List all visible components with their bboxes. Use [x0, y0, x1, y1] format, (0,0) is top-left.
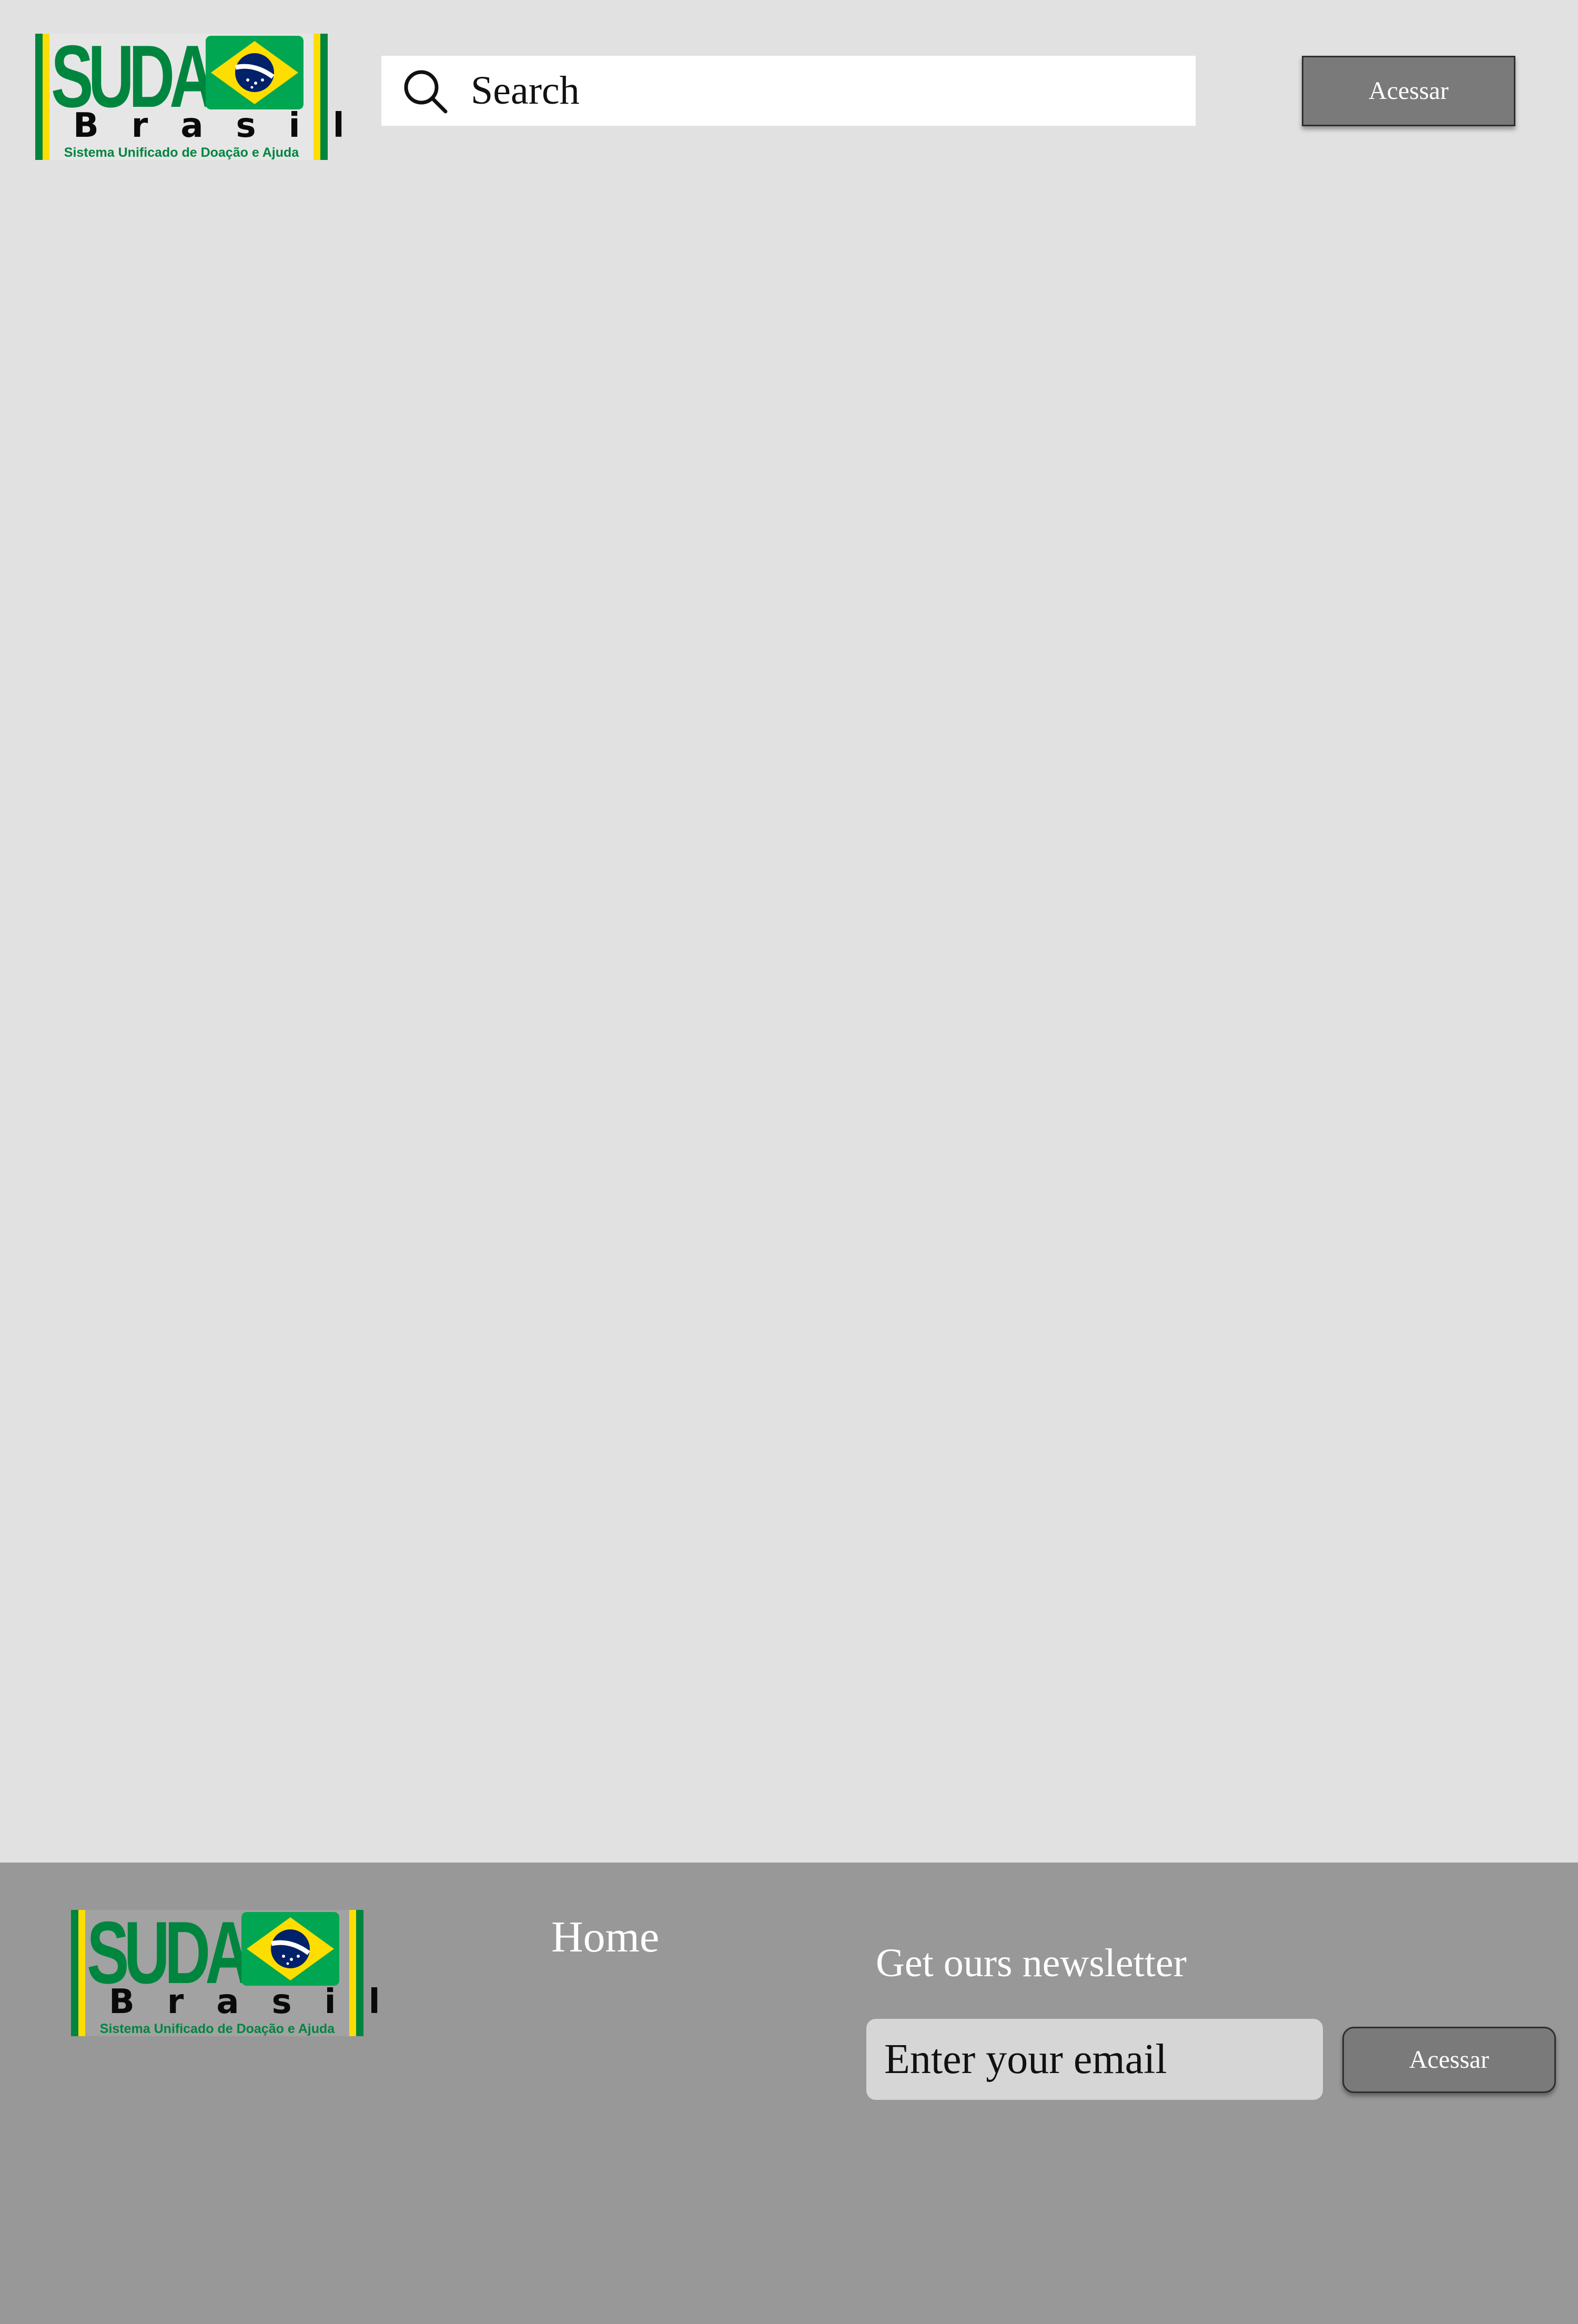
footer-home-link[interactable]: Home: [551, 1911, 659, 1964]
brazil-flag-icon: [206, 36, 304, 109]
logo-country: Brasil: [73, 106, 377, 145]
logo-wordmark: SUDA: [51, 27, 216, 126]
site-footer: SUDA Brasil Sistema Unificado de Doação …: [0, 1863, 1578, 2324]
access-button[interactable]: Acessar: [1302, 56, 1515, 126]
newsletter-title: Get ours newsletter: [876, 1941, 1187, 1985]
brazil-flag-icon: [241, 1912, 339, 1986]
newsletter-submit-button[interactable]: Acessar: [1342, 2027, 1556, 2093]
logo-tagline: Sistema Unificado de Doação e Ajuda: [64, 145, 299, 160]
footer-logo-country: Brasil: [109, 1983, 413, 2021]
footer-logo-wordmark: SUDA: [87, 1903, 251, 2002]
search-bar[interactable]: [381, 56, 1196, 126]
footer-logo-tagline: Sistema Unificado de Doação e Ajuda: [99, 2021, 335, 2036]
footer-suda-brasil-logo[interactable]: SUDA Brasil Sistema Unificado de Doação …: [71, 1903, 413, 2036]
newsletter-email-input[interactable]: [866, 2019, 1323, 2100]
site-header: SUDA Brasil Sistema Unificado de Doação …: [0, 0, 1578, 184]
search-icon[interactable]: [401, 67, 449, 115]
suda-brasil-logo[interactable]: SUDA Brasil Sistema Unificado de Doação …: [35, 27, 377, 160]
search-input[interactable]: [471, 62, 1176, 119]
